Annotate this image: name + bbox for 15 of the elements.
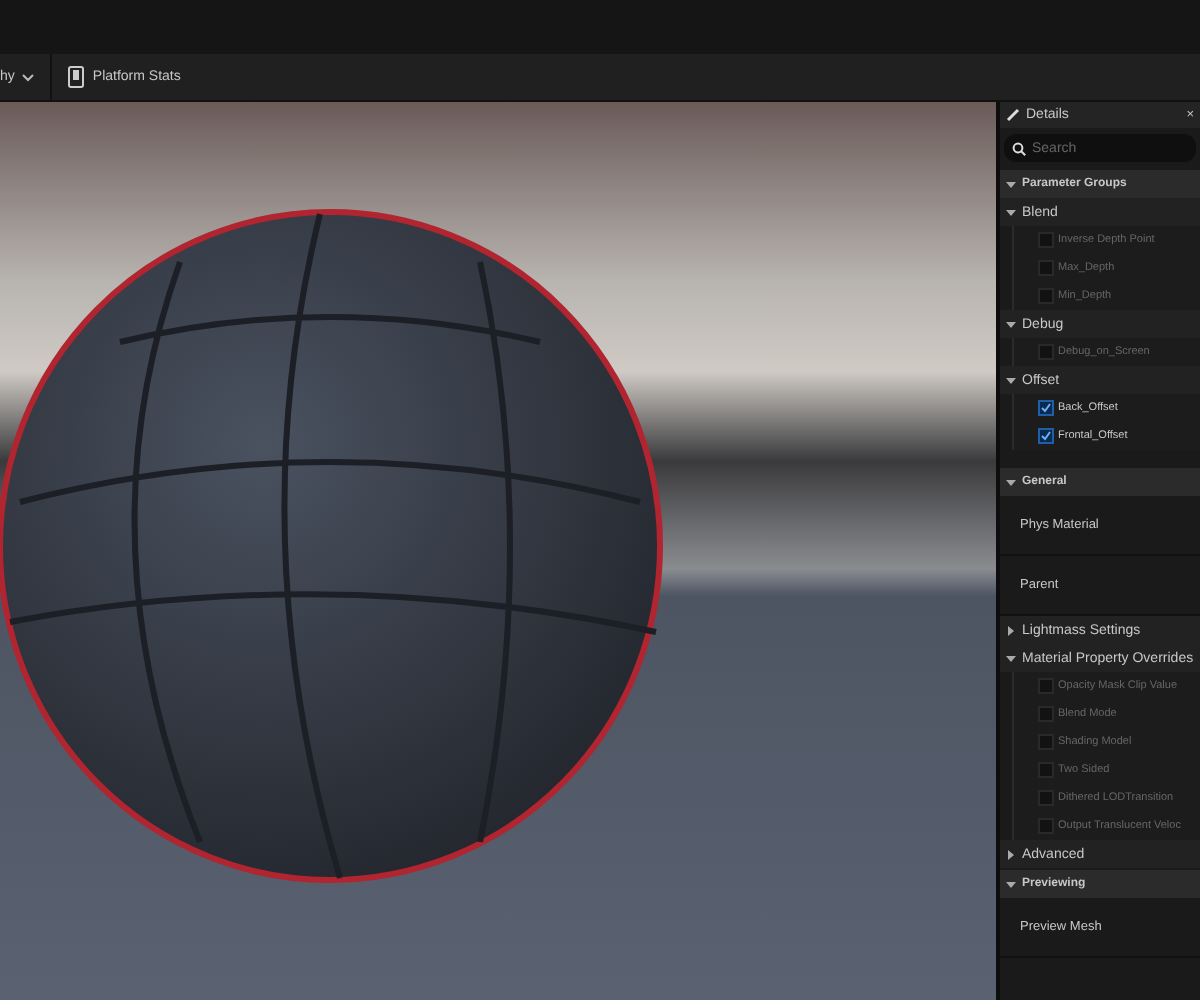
collapsed-arrow-icon[interactable] [1006, 849, 1016, 859]
collapsed-arrow-icon[interactable] [1006, 625, 1016, 635]
expanded-arrow-icon[interactable] [1006, 375, 1016, 385]
expanded-arrow-icon[interactable] [1006, 653, 1016, 663]
checkbox[interactable] [1038, 428, 1054, 444]
expanded-arrow-icon[interactable] [1006, 207, 1016, 217]
expanded-arrow-icon[interactable] [1006, 319, 1016, 329]
expanded-arrow-icon[interactable] [1006, 879, 1016, 889]
caret-icon [22, 73, 35, 81]
pencil-icon [1006, 108, 1020, 122]
device-icon [68, 66, 85, 88]
expanded-arrow-icon[interactable] [1006, 477, 1016, 487]
checkbox[interactable] [1038, 400, 1054, 416]
search-icon [1012, 141, 1026, 155]
expanded-arrow-icon[interactable] [1006, 179, 1016, 189]
